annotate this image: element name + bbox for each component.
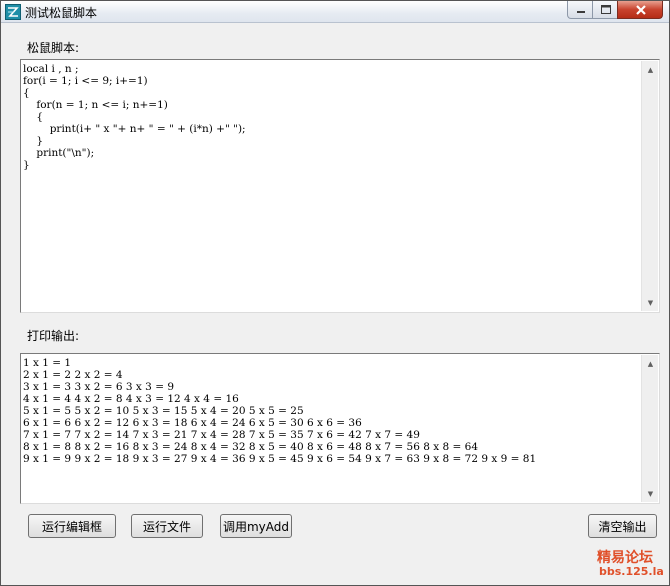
watermark-title: 精易论坛 — [597, 550, 653, 566]
main-window: 测试松鼠脚本 松鼠脚本: local i , n ; for(i = 1; i <… — [0, 0, 670, 586]
run-file-button[interactable]: 运行文件 — [131, 514, 203, 538]
call-myadd-button[interactable]: 调用myAdd — [220, 514, 292, 538]
scroll-down-arrow-icon[interactable]: ▼ — [642, 485, 659, 502]
script-line: print("\n"); — [23, 147, 95, 159]
script-line: print(i+ " x "+ n+ " = " + (i*n) +" "); — [23, 123, 246, 135]
maximize-button[interactable] — [592, 1, 618, 19]
output-line: 2 x 1 = 2 2 x 2 = 4 — [23, 369, 123, 381]
close-button[interactable] — [617, 1, 663, 19]
window-title: 测试松鼠脚本 — [25, 6, 98, 20]
run-editor-button[interactable]: 运行编辑框 — [28, 514, 116, 538]
output-line: 4 x 1 = 4 4 x 2 = 8 4 x 3 = 12 4 x 4 = 1… — [23, 393, 239, 405]
output-line: 9 x 1 = 9 9 x 2 = 18 9 x 3 = 27 9 x 4 = … — [23, 453, 537, 465]
output-line: 1 x 1 = 1 — [23, 357, 72, 369]
script-label: 松鼠脚本: — [27, 41, 80, 55]
minimize-button[interactable] — [567, 1, 593, 19]
script-editor[interactable]: local i , n ; for(i = 1; i <= 9; i+=1){ f… — [20, 59, 660, 313]
script-text-area[interactable]: local i , n ; for(i = 1; i <= 9; i+=1){ f… — [22, 61, 641, 311]
output-line: 8 x 1 = 8 8 x 2 = 16 8 x 3 = 24 8 x 4 = … — [23, 441, 479, 453]
output-scrollbar[interactable]: ▲ ▼ — [641, 355, 658, 502]
script-line: for(i = 1; i <= 9; i+=1) — [23, 75, 148, 87]
output-line: 5 x 1 = 5 5 x 2 = 10 5 x 3 = 15 5 x 4 = … — [23, 405, 304, 417]
script-line: } — [23, 159, 30, 171]
clear-output-button[interactable]: 清空输出 — [588, 514, 657, 538]
maximize-icon — [601, 5, 611, 14]
scroll-up-arrow-icon[interactable]: ▲ — [642, 355, 659, 372]
script-line: { — [23, 87, 30, 99]
watermark-url: bbs.125.la — [599, 565, 664, 578]
output-line: 7 x 1 = 7 7 x 2 = 14 7 x 3 = 21 7 x 4 = … — [23, 429, 420, 441]
output-text-area[interactable]: 1 x 1 = 12 x 1 = 2 2 x 2 = 43 x 1 = 3 3 … — [22, 355, 641, 502]
output-box[interactable]: 1 x 1 = 12 x 1 = 2 2 x 2 = 43 x 1 = 3 3 … — [20, 353, 660, 504]
output-line: 6 x 1 = 6 6 x 2 = 12 6 x 3 = 18 6 x 4 = … — [23, 417, 362, 429]
script-line: } — [23, 135, 44, 147]
app-logo-icon — [5, 4, 21, 20]
scroll-up-arrow-icon[interactable]: ▲ — [642, 61, 659, 78]
scroll-down-arrow-icon[interactable]: ▼ — [642, 294, 659, 311]
title-bar[interactable]: 测试松鼠脚本 — [1, 1, 669, 23]
script-scrollbar[interactable]: ▲ ▼ — [641, 61, 658, 311]
output-line: 3 x 1 = 3 3 x 2 = 6 3 x 3 = 9 — [23, 381, 175, 393]
output-label: 打印输出: — [27, 329, 80, 343]
close-icon — [636, 5, 646, 15]
script-line: { — [23, 111, 44, 123]
script-line: for(n = 1; n <= i; n+=1) — [23, 99, 168, 111]
minimize-icon — [577, 11, 585, 13]
script-line: local i , n ; — [23, 63, 79, 75]
